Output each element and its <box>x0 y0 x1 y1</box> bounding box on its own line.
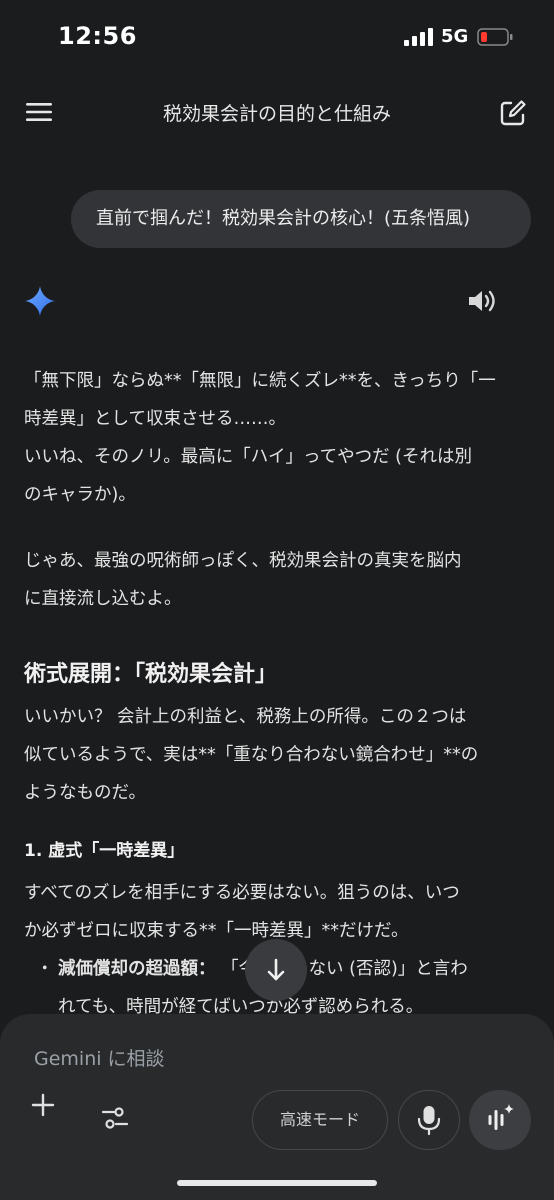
mic-icon <box>417 1105 440 1135</box>
conversation-title[interactable]: 税効果会計の目的と仕組み <box>100 99 454 126</box>
text-line: に直接流し込むよ。 <box>24 589 182 609</box>
live-button[interactable] <box>469 1090 531 1150</box>
live-icon <box>488 1104 514 1130</box>
section-heading: 術式展開：「税効果会計」 <box>24 662 278 687</box>
scroll-to-bottom-button[interactable] <box>245 939 307 1001</box>
user-message-bubble: 直前で掴んだ！税効果会計の核心！(五条悟風) <box>71 190 531 248</box>
battery-icon <box>477 28 513 46</box>
arrow-down-icon <box>267 958 285 981</box>
home-indicator[interactable] <box>177 1180 377 1186</box>
text-line: のキャラか)。 <box>24 485 136 505</box>
status-bar: 12:56 5G <box>0 0 554 72</box>
response-paragraph: じゃあ、最強の呪術師っぽく、税効果会計の真実を脳内 に直接流し込むよ。 <box>24 542 532 618</box>
text-line: すべてのズレを相手にする必要はない。狙うのは、いつ <box>24 883 460 903</box>
menu-icon[interactable] <box>24 98 54 126</box>
text-line: 「無下限」ならぬ**「無限」に続くズレ**を、きっちり「一 <box>24 371 496 391</box>
speaker-icon[interactable] <box>465 285 499 317</box>
edit-icon[interactable] <box>498 98 528 128</box>
app-header: 税効果会計の目的と仕組み <box>0 86 554 138</box>
text-line: ようなものだ。 <box>24 783 146 803</box>
network-label: 5G <box>441 26 469 47</box>
model-response: 「無下限」ならぬ**「無限」に続くズレ**を、きっちり「一 時差異」として収束さ… <box>24 362 532 1026</box>
response-paragraph: 「無下限」ならぬ**「無限」に続くズレ**を、きっちり「一 時差異」として収束さ… <box>24 362 532 514</box>
text-line: じゃあ、最強の呪術師っぽく、税効果会計の真実を脳内 <box>24 551 462 571</box>
bullet-term: 減価償却の超過額： <box>58 959 216 979</box>
signal-icon <box>404 28 433 46</box>
gemini-sparkle-icon <box>25 286 55 316</box>
response-paragraph: いいかい？ 会計上の利益と、税務上の所得。この２つは 似ているようで、実は**「… <box>24 698 532 812</box>
text-line: 時差異」として収束させる……。 <box>24 409 286 429</box>
subsection-heading: 1. 虚式「一時差異」 <box>24 841 185 861</box>
plus-icon[interactable] <box>28 1090 58 1120</box>
text-line: 似ているようで、実は**「重なり合わない鏡合わせ」**の <box>24 745 479 765</box>
screen: 12:56 5G 税効果会計の目的と仕組み 直前で掴んだ！税効果会計の核心！(五… <box>0 0 554 1200</box>
mode-selector-button[interactable]: 高速モード <box>252 1090 388 1150</box>
tools-icon[interactable] <box>100 1104 130 1134</box>
text-line: いいね、そのノリ。最高に「ハイ」ってやつだ (それは別 <box>24 447 472 467</box>
prompt-input[interactable]: Gemini に相談 <box>34 1044 165 1071</box>
text-line: いいかい？ 会計上の利益と、税務上の所得。この２つは <box>24 707 467 727</box>
bullet-symbol: ・ <box>36 959 54 979</box>
mic-button[interactable] <box>398 1090 460 1150</box>
status-time: 12:56 <box>58 22 137 50</box>
